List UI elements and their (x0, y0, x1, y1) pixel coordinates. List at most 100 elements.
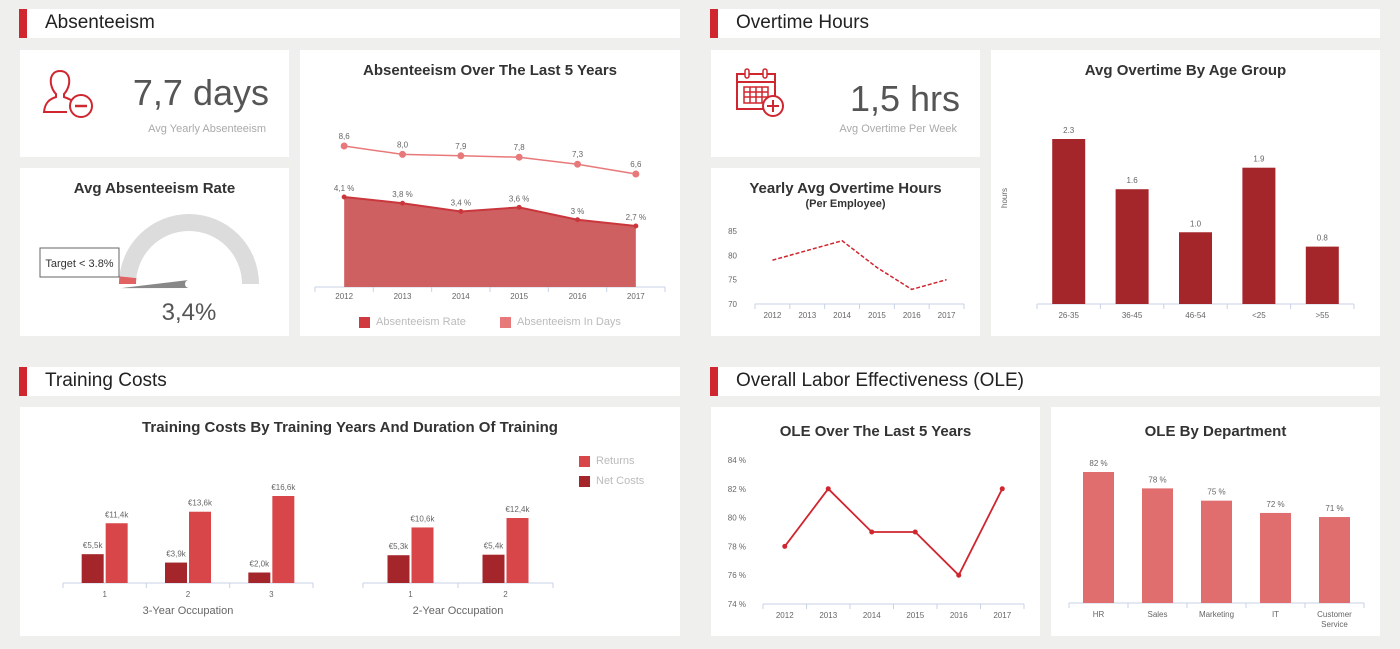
x-tick-label: HR (1093, 610, 1105, 619)
section-title: Overtime Hours (736, 12, 870, 33)
gauge-chart: Target < 3.8% 3,4% (39, 214, 259, 326)
x-tick-label: 2017 (938, 311, 956, 320)
legend-label: Net Costs (596, 475, 645, 487)
point-absenteeism-days (574, 160, 581, 168)
x-tick-label: 1 (408, 590, 413, 599)
data-label: 75 % (1207, 488, 1225, 497)
x-tick-label: >55 (1316, 311, 1330, 320)
user-minus-icon (42, 70, 93, 118)
point-absenteeism-rate (458, 209, 464, 214)
section-title: Overall Labor Effectiveness (OLE) (736, 370, 1024, 391)
data-label: 3,6 % (509, 194, 529, 203)
point-absenteeism-days (457, 152, 465, 160)
chart-card-absenteeism-5y: Absenteeism Over The Last 5 Years 4,1 % 8… (300, 50, 680, 336)
x-tick-label: 2015 (868, 311, 886, 320)
legend-swatch (579, 455, 590, 467)
kpi-card-overtime: 1,5 hrs Avg Overtime Per Week (711, 50, 980, 157)
section-accent-bar (19, 9, 27, 38)
point-ole (782, 543, 788, 549)
bar-ole-department (1201, 500, 1232, 603)
x-tick-label: IT (1272, 610, 1279, 619)
line-absenteeism-days (344, 145, 636, 175)
kpi-value: 7,7 days (132, 72, 269, 113)
legend-swatch (500, 316, 511, 328)
section-header-overtime: Overtime Hours (710, 9, 1380, 38)
bar-ole-department (1083, 472, 1114, 603)
gauge-card: Avg Absenteeism Rate Target < 3.8% 3,4% (20, 168, 289, 336)
bar-returns (189, 511, 211, 583)
y-tick-label: 76 % (728, 571, 746, 580)
point-absenteeism-rate (575, 217, 580, 223)
data-label: 7,3 (572, 150, 584, 159)
data-label: 71 % (1325, 504, 1343, 513)
absenteeism-chart: 4,1 % 8,6 2012 3,8 % 8,0 2013 3,4 % 7,9 2014 3,6 … (314, 132, 666, 301)
point-absenteeism-days (632, 170, 640, 178)
line-ole (784, 487, 1004, 577)
data-label: 2.3 (1063, 126, 1075, 135)
group-label: 2-Year Occupation (413, 605, 504, 617)
section-header-ole: Overall Labor Effectiveness (OLE) (710, 367, 1380, 396)
data-label: 7,8 (514, 143, 526, 152)
x-tick-label: 2016 (903, 311, 921, 320)
training-costs-chart: €5,5k €11,4k 1 €3,9k €13,6k 2 €2,0k €16,6k 3 3-Ye… (62, 483, 554, 617)
data-label: €5,5k (83, 541, 104, 550)
x-tick-label: 2015 (510, 292, 528, 301)
data-label: €2,0k (250, 560, 271, 569)
data-label: €5,3k (389, 542, 410, 551)
point-absenteeism-days (340, 142, 348, 150)
x-tick-label: Customer Service (1317, 610, 1352, 629)
x-tick-label: 2013 (798, 311, 816, 320)
data-label: €3,9k (166, 550, 187, 559)
legend-item-returns[interactable]: Returns (579, 455, 635, 467)
point-ole (912, 529, 918, 535)
overtime-age-chart: hours 2.3 26-35 1.6 36-45 1.0 46-54 1.9 <25 0.8 >5… (1000, 126, 1355, 320)
bar-net-costs (482, 554, 505, 583)
x-tick-label: 26-35 (1058, 311, 1079, 320)
legend-label: Absenteeism Rate (376, 316, 466, 328)
yearly-overtime-chart: 70 75 80 85 2012 2013 2014 2015 2016 2017 (728, 227, 965, 320)
x-tick-label: Marketing (1199, 610, 1234, 619)
data-label: 3 % (571, 207, 585, 216)
data-label: €10,6k (410, 514, 435, 523)
legend-item-net-costs[interactable]: Net Costs (579, 475, 644, 487)
x-tick-label: 2016 (569, 292, 587, 301)
data-label: €11,4k (105, 510, 129, 519)
section-title: Absenteeism (45, 12, 155, 33)
chart-card-ole-dept: OLE By Department 82 % HR 78 % Sales 75 % Mar… (1051, 407, 1380, 636)
x-tick-label: 1 (102, 590, 107, 599)
y-axis-label: hours (1000, 188, 1009, 208)
bar-net-costs (165, 562, 187, 583)
point-absenteeism-rate (516, 204, 522, 210)
data-label: 78 % (1148, 475, 1166, 484)
x-tick-label: 2 (503, 590, 508, 599)
y-tick-label: 82 % (728, 485, 746, 494)
x-tick-label: 46-54 (1185, 311, 1206, 320)
bar-returns (506, 518, 529, 583)
y-tick-label: 80 % (728, 514, 746, 523)
x-tick-label: 3 (269, 590, 274, 599)
x-tick-label: 2017 (627, 292, 645, 301)
section-accent-bar (710, 9, 718, 38)
bar-net-costs (81, 554, 104, 583)
x-tick-label: 2013 (819, 611, 837, 620)
point-absenteeism-days (515, 153, 523, 161)
legend-label: Returns (596, 455, 635, 467)
legend-item-rate[interactable]: Absenteeism Rate (359, 316, 466, 328)
target-label: Target < 3.8% (45, 258, 113, 270)
data-label: €12,4k (505, 505, 530, 514)
ole-department-chart: 82 % HR 78 % Sales 75 % Marketing 72 % IT 71 % Cu… (1068, 459, 1365, 629)
legend-label: Absenteeism In Days (517, 316, 621, 328)
data-label: 3,8 % (392, 190, 412, 199)
point-ole (869, 529, 875, 535)
bar-ole-department (1260, 512, 1291, 603)
point-ole (956, 572, 962, 578)
legend-swatch (579, 475, 590, 487)
section-accent-bar (710, 367, 718, 396)
data-label: €13,6k (188, 499, 213, 508)
legend-item-days[interactable]: Absenteeism In Days (500, 316, 621, 328)
point-absenteeism-rate (400, 200, 405, 206)
data-label: 1.0 (1190, 219, 1202, 228)
x-tick-label: 2012 (764, 311, 782, 320)
data-label: 3,4 % (451, 199, 471, 208)
section-accent-bar (19, 367, 27, 396)
